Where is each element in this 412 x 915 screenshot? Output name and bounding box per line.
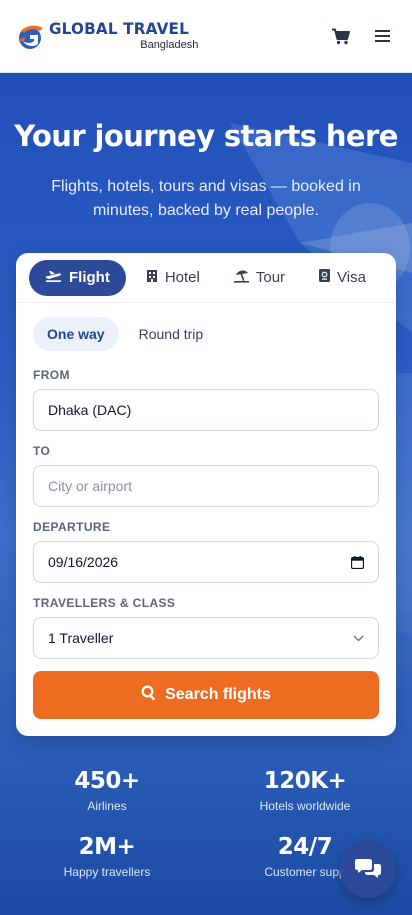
from-field[interactable]: Dhaka (DAC) [33,389,379,431]
stat-value: 2M+ [78,834,136,860]
beach-umbrella-icon [233,269,249,287]
cart-icon[interactable] [331,26,351,46]
to-field[interactable]: City or airport [33,465,379,507]
brand-subtitle: Bangladesh [140,39,199,51]
tab-flight[interactable]: Flight [29,259,126,296]
plane-icon [45,269,62,286]
stat-airlines: 450+ Airlines [17,768,197,813]
stat-value: 450+ [74,768,140,794]
search-flights-button[interactable]: Search flights [33,671,379,719]
departure-date-value: 09/16/2026 [48,554,119,570]
tab-tour[interactable]: Tour [220,260,299,296]
search-icon [141,685,157,706]
from-label: FROM [33,368,70,382]
hero-section: Your journey starts here Flights, hotels… [0,73,412,915]
tab-flight-label: Flight [69,269,110,286]
travellers-class-value: 1 Traveller [48,630,114,646]
hero-subtitle: Flights, hotels, tours and visas — booke… [51,178,361,219]
tab-hotel[interactable]: Hotel [132,260,214,296]
stat-value: 120K+ [263,768,347,794]
passport-icon [319,269,331,286]
search-flights-label: Search flights [165,686,271,703]
globe-logo-icon [16,21,46,51]
calendar-icon[interactable] [351,555,364,569]
booking-tabs: Flight Hotel Tour Visa [16,253,396,303]
chevron-down-icon [353,635,364,642]
hero-title: Your journey starts here [14,119,398,153]
round-trip-option[interactable]: Round trip [125,317,218,351]
tab-visa-label: Visa [337,269,366,286]
trip-type-toggle: One way Round trip [33,317,217,351]
to-label: TO [33,444,51,458]
booking-card: Flight Hotel Tour Visa One way Round tri… [16,253,396,736]
chat-button[interactable] [340,842,396,898]
building-icon [146,269,158,286]
hamburger-menu-icon[interactable] [373,26,393,46]
departure-date-field[interactable]: 09/16/2026 [33,541,379,583]
tab-visa[interactable]: Visa [305,260,380,296]
tab-hotel-label: Hotel [164,269,200,286]
tab-tour-label: Tour [255,269,286,286]
one-way-option[interactable]: One way [33,317,119,351]
stat-label: Hotels worldwide [259,799,351,813]
brand-name: GLOBAL TRAVEL [49,19,189,38]
departure-label: DEPARTURE [33,520,111,534]
travellers-class-select[interactable]: 1 Traveller [33,617,379,659]
chat-bubbles-icon [355,857,381,884]
stat-label: Happy travellers [63,865,151,879]
stat-label: Airlines [87,799,127,813]
app-header: GLOBAL TRAVEL Bangladesh [0,0,412,73]
brand-logo[interactable]: GLOBAL TRAVEL Bangladesh [16,19,199,51]
stat-travellers: 2M+ Happy travellers [17,834,197,879]
travellers-class-label: TRAVELLERS & CLASS [33,596,176,610]
stat-hotels: 120K+ Hotels worldwide [215,768,395,813]
